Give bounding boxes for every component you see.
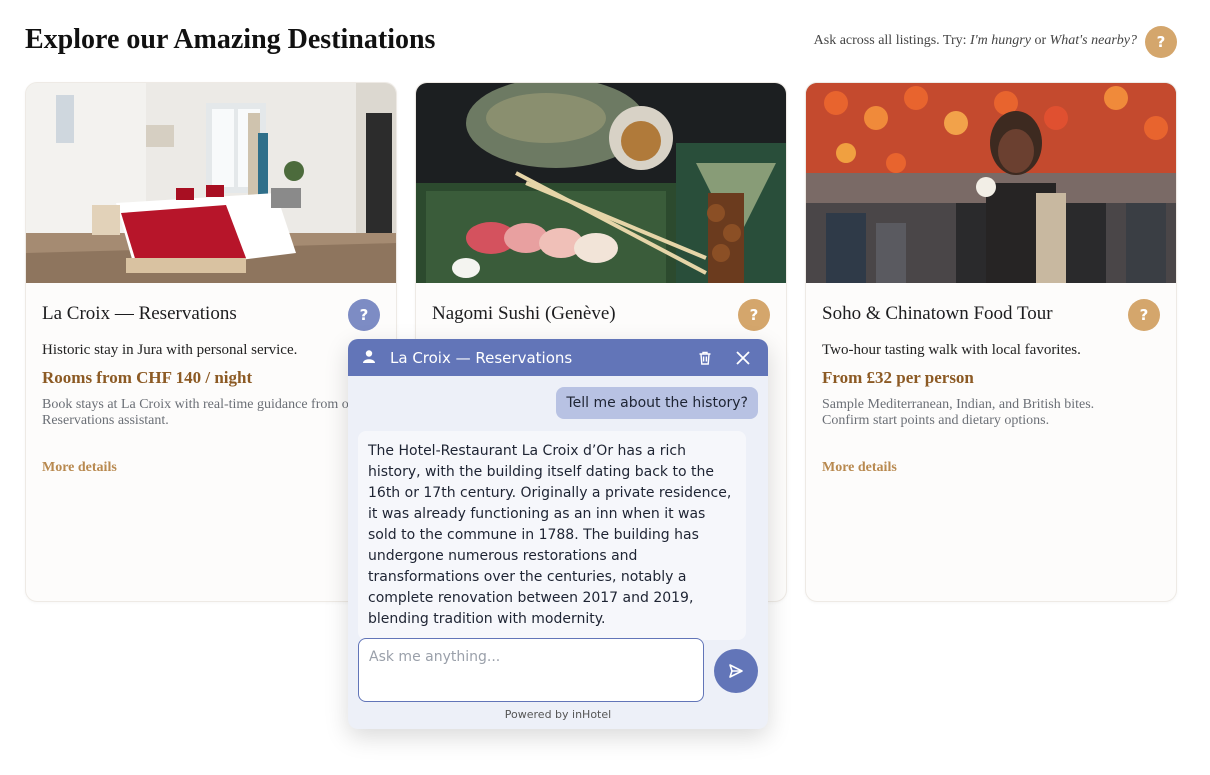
listing-card-soho-food-tour[interactable]: Soho & Chinatown Food Tour ? Two-hour ta… [805,82,1177,602]
food-tour-illustration [806,83,1176,283]
powered-by-footer: Powered by inHotel [504,708,612,721]
card-help-button[interactable]: ? [1128,299,1160,331]
hint-example-hungry[interactable]: I'm hungry [970,33,1031,48]
sushi-image [416,83,786,283]
listing-card-la-croix[interactable]: La Croix — Reservations ? Historic stay … [25,82,397,602]
user-message-bubble: Tell me about the history? [556,387,758,419]
card-description: Book stays at La Croix with real-time gu… [42,397,361,428]
send-icon [729,664,743,678]
more-details-link[interactable]: More details [822,460,897,476]
more-details-link[interactable]: More details [42,460,117,476]
card-title: Nagomi Sushi (Genève) [432,303,616,324]
chat-widget: La Croix — Reservations Tell me about th… [348,339,768,729]
close-icon[interactable] [732,347,754,369]
card-tagline: Historic stay in Jura with personal serv… [42,342,298,358]
food-tour-image [806,83,1176,283]
card-help-button[interactable]: ? [348,299,380,331]
send-button[interactable] [714,649,758,693]
assistant-message-bubble: The Hotel-Restaurant La Croix d’Or has a… [358,431,746,640]
card-price: From £32 per person [822,368,974,387]
trash-icon[interactable] [694,347,716,369]
page-title: Explore our Amazing Destinations [25,24,436,55]
card-description: Sample Mediterranean, Indian, and Britis… [822,397,1095,428]
chat-message-input[interactable] [358,638,704,702]
chat-title: La Croix — Reservations [390,348,573,367]
card-help-button[interactable]: ? [738,299,770,331]
card-title: La Croix — Reservations [42,303,237,324]
hotel-room-image [26,83,396,283]
user-icon [362,348,376,367]
hint-example-nearby[interactable]: What's nearby? [1050,33,1137,48]
hint-prefix: Ask across all listings. Try: [813,33,971,48]
hint-or: or [1030,33,1050,48]
chat-header: La Croix — Reservations [348,339,768,376]
hotel-room-illustration [26,83,396,283]
card-title: Soho & Chinatown Food Tour [822,303,1053,324]
ask-hint: Ask across all listings. Try: I'm hungry… [814,33,1137,49]
card-tagline: Two-hour tasting walk with local favorit… [822,342,1081,358]
global-help-button[interactable]: ? [1145,26,1177,58]
sushi-illustration [416,83,786,283]
card-price: Rooms from CHF 140 / night [42,368,253,387]
